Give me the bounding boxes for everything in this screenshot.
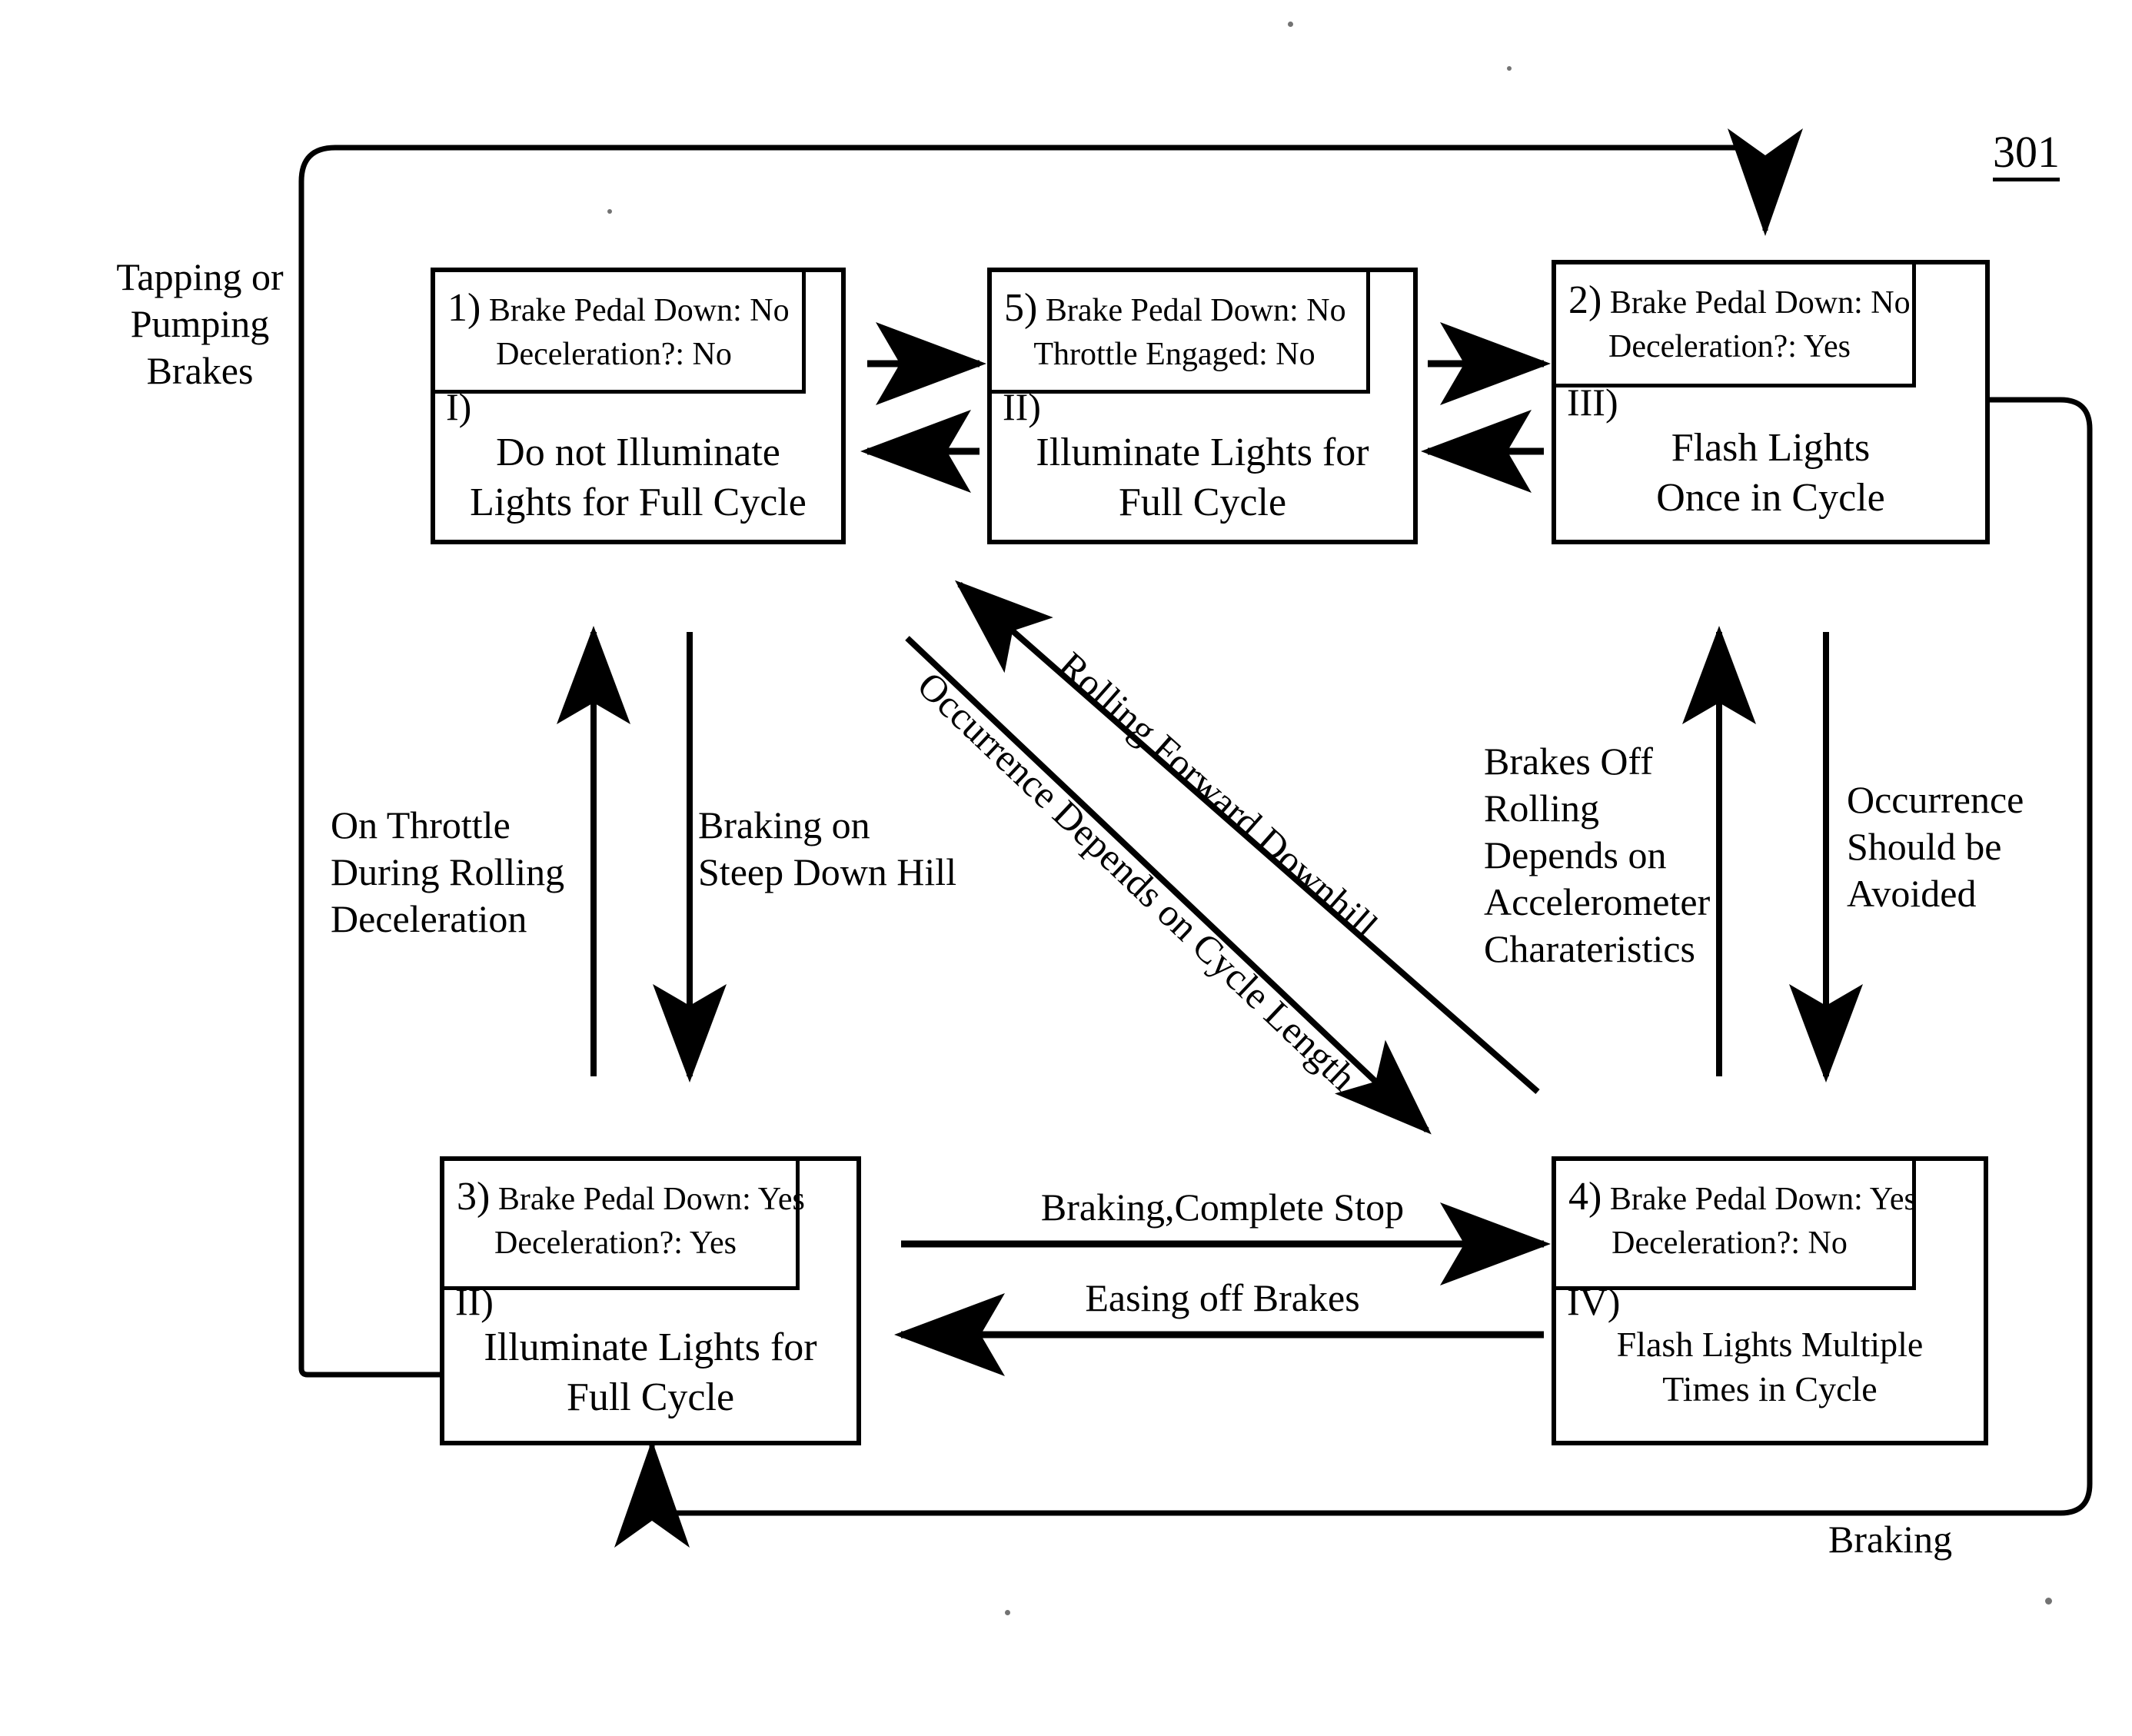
state-3-action-line-1: Illuminate Lights for — [484, 1325, 817, 1369]
state-2-roman: III) — [1567, 381, 1618, 424]
scan-speck — [1507, 66, 1512, 71]
state-5-condition-line-2: Throttle Engaged: No — [1033, 336, 1315, 372]
state-4-condition-line-2: Deceleration?: No — [1611, 1225, 1848, 1261]
state-box-2[interactable]: 2) Brake Pedal Down: No Deceleration?: Y… — [1552, 260, 1990, 544]
state-4-action-line-2: Times in Cycle — [1662, 1369, 1878, 1409]
state-5-condition-line-1: 5) Brake Pedal Down: No — [1004, 286, 1346, 330]
state-5-condition: 5) Brake Pedal Down: No Throttle Engaged… — [992, 272, 1370, 394]
state-1-condition: 1) Brake Pedal Down: No Deceleration?: N… — [435, 272, 806, 394]
state-1-action-line-1: Do not Illuminate — [496, 431, 780, 474]
patent-figure-301: 301 1) Brake Pedal Down: No Deceleration… — [0, 0, 2132, 1736]
state-box-5[interactable]: 5) Brake Pedal Down: No Throttle Engaged… — [987, 268, 1418, 544]
state-4-roman: IV) — [1567, 1280, 1621, 1323]
state-4-action: IV) Flash Lights Multiple Times in Cycle — [1556, 1279, 1984, 1441]
label-tapping-or-pumping-brakes: Tapping or Pumping Brakes — [116, 255, 284, 392]
state-1-roman: I) — [446, 385, 472, 428]
state-2-action-line-2: Once in Cycle — [1656, 476, 1885, 520]
state-5-action: II) Illuminate Lights for Full Cycle — [992, 384, 1413, 540]
state-2-condition: 2) Brake Pedal Down: No Deceleration?: Y… — [1556, 264, 1916, 387]
scan-speck — [2045, 1598, 2052, 1605]
state-2-condition-line-2: Deceleration?: Yes — [1608, 328, 1851, 364]
label-easing-off-brakes: Easing off Brakes — [1085, 1276, 1360, 1319]
state-4-action-line-1: Flash Lights Multiple — [1616, 1325, 1924, 1364]
label-braking-on-steep-down-hill: Braking on Steep Down Hill — [698, 803, 957, 893]
scan-speck — [1005, 1610, 1010, 1615]
state-1-action: I) Do not Illuminate Lights for Full Cyc… — [435, 384, 841, 540]
label-braking-complete-stop: Braking,Complete Stop — [1040, 1186, 1405, 1229]
state-3-action: II) Illuminate Lights for Full Cycle — [444, 1279, 856, 1441]
state-4-condition-line-1: 4) Brake Pedal Down: Yes — [1568, 1175, 1917, 1219]
state-5-action-line-1: Illuminate Lights for — [1036, 431, 1369, 474]
label-occurrence-should-be-avoided: Occurrence Should be Avoided — [1847, 778, 2024, 915]
label-braking: Braking — [1828, 1518, 1953, 1561]
figure-number: 301 — [1993, 128, 2060, 181]
state-1-condition-line-2: Deceleration?: No — [496, 336, 732, 372]
label-on-throttle-during-rolling-deceleration: On Throttle During Rolling Deceleration — [331, 803, 565, 940]
state-3-condition-line-2: Deceleration?: Yes — [494, 1225, 737, 1261]
scan-speck — [1288, 22, 1293, 27]
state-1-action-line-2: Lights for Full Cycle — [470, 481, 807, 525]
state-2-action-line-1: Flash Lights — [1671, 426, 1871, 470]
label-rolling-forward-downhill: Rolling Forward Downhill — [1050, 643, 1386, 948]
state-box-4[interactable]: 4) Brake Pedal Down: Yes Deceleration?: … — [1552, 1156, 1988, 1445]
state-3-condition-line-1: 3) Brake Pedal Down: Yes — [457, 1175, 805, 1219]
state-3-condition: 3) Brake Pedal Down: Yes Deceleration?: … — [444, 1161, 805, 1290]
state-2-action: III) Flash Lights Once in Cycle — [1556, 380, 1985, 540]
state-4-condition: 4) Brake Pedal Down: Yes Deceleration?: … — [1556, 1161, 1917, 1290]
state-box-1[interactable]: 1) Brake Pedal Down: No Deceleration?: N… — [431, 268, 846, 544]
state-3-action-line-2: Full Cycle — [566, 1375, 735, 1420]
state-5-roman: II) — [1003, 385, 1041, 428]
state-3-roman: II) — [455, 1280, 494, 1323]
state-box-3[interactable]: 3) Brake Pedal Down: Yes Deceleration?: … — [440, 1156, 861, 1445]
state-2-condition-line-1: 2) Brake Pedal Down: No — [1568, 278, 1911, 322]
scan-speck — [607, 209, 612, 214]
state-1-condition-line-1: 1) Brake Pedal Down: No — [447, 286, 790, 330]
state-5-action-line-2: Full Cycle — [1118, 481, 1287, 525]
label-brakes-off-rolling-depends-on-accelerometer: Brakes Off Rolling Depends on Accelerome… — [1484, 740, 1711, 970]
